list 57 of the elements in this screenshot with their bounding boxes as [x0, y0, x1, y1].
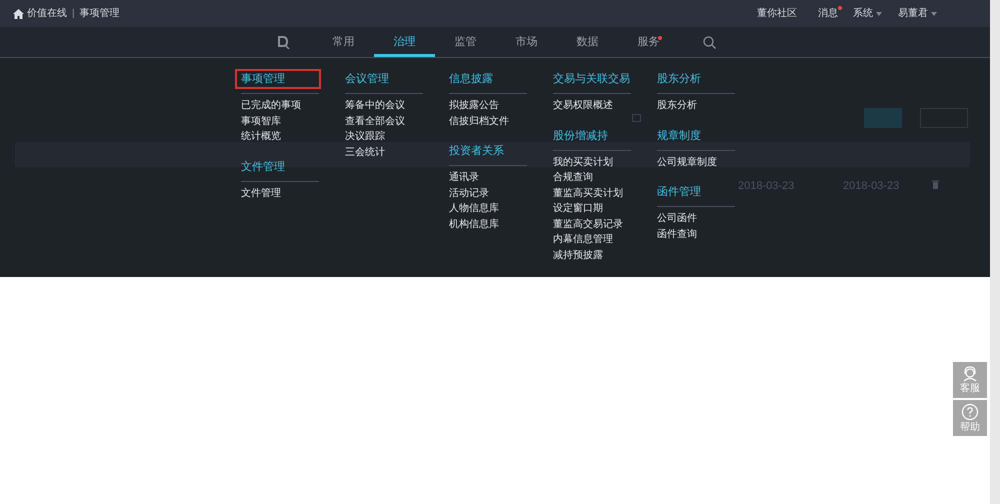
menu-item[interactable]: 三会统计: [345, 144, 385, 160]
menu-item[interactable]: 查看全部会议: [345, 114, 405, 129]
top-link[interactable]: 消息: [818, 6, 838, 21]
menu-heading: 事项管理: [235, 69, 321, 89]
site-name[interactable]: 价值在线: [27, 6, 67, 21]
question-mark-icon: [961, 403, 979, 421]
menu-item[interactable]: 股东分析: [657, 98, 697, 114]
menu-item[interactable]: 董监高交易记录: [553, 216, 623, 232]
menu-heading: 股份增减持: [553, 128, 608, 142]
caret-icon: [931, 12, 937, 16]
menu-heading: 投资者关系: [449, 144, 504, 158]
caret-icon: [876, 12, 882, 16]
home-icon[interactable]: [13, 8, 24, 18]
trash-icon[interactable]: [932, 180, 939, 189]
menu-heading: 股东分析: [657, 72, 701, 86]
menu-item[interactable]: 通讯录: [449, 170, 479, 186]
top-link[interactable]: 易董君: [898, 6, 937, 21]
menu-item[interactable]: 决议跟踪: [345, 129, 385, 144]
menu-item[interactable]: 我的买卖计划: [553, 154, 613, 170]
menu-item[interactable]: 机构信息库: [449, 216, 499, 232]
logo-icon[interactable]: [276, 35, 290, 49]
nav-tab[interactable]: 数据: [557, 27, 618, 57]
menu-item[interactable]: 减持预披露: [553, 248, 603, 263]
menu-heading: 函件管理: [657, 185, 701, 199]
menu-heading: 信息披露: [449, 72, 493, 86]
menu-item[interactable]: 公司函件: [657, 211, 697, 226]
menu-item[interactable]: 合规查询: [553, 170, 593, 186]
menu-item[interactable]: 公司规章制度: [657, 154, 717, 170]
nav-tab[interactable]: 常用: [313, 27, 374, 57]
menu-item[interactable]: 活动记录: [449, 186, 489, 201]
nav-tab[interactable]: 监管: [435, 27, 496, 57]
menu-item[interactable]: 已完成的事项: [241, 98, 301, 114]
page-title: 事项管理: [80, 6, 120, 21]
search-icon[interactable]: [703, 36, 716, 48]
menu-heading: 规章制度: [657, 128, 701, 142]
menu-item[interactable]: 文件管理: [241, 186, 281, 201]
menu-item[interactable]: 筹备中的会议: [345, 98, 405, 114]
menu-heading: 文件管理: [241, 160, 285, 174]
menu-item[interactable]: 人物信息库: [449, 201, 499, 216]
menu-item[interactable]: 函件查询: [657, 226, 697, 242]
top-link[interactable]: 系统: [853, 6, 882, 21]
menu-item[interactable]: 事项智库: [241, 114, 281, 129]
headset-icon: [961, 366, 979, 382]
menu-item[interactable]: 拟披露公告: [449, 98, 499, 114]
menu-heading: 交易与关联交易: [553, 72, 630, 86]
menu-heading: 会议管理: [345, 72, 389, 86]
calendar-icon[interactable]: [632, 113, 641, 122]
menu-item[interactable]: 内幕信息管理: [553, 232, 613, 248]
nav-tab[interactable]: 服务: [618, 27, 679, 57]
breadcrumb-separator: |: [72, 7, 75, 21]
menu-item[interactable]: 董监高买卖计划: [553, 186, 623, 201]
menu-item[interactable]: 交易权限概述: [553, 98, 613, 114]
menu-item[interactable]: 设定窗口期: [553, 201, 603, 216]
nav-tab[interactable]: 市场: [496, 27, 557, 57]
menu-item[interactable]: 统计概览: [241, 129, 281, 144]
top-link[interactable]: 董你社区: [757, 6, 797, 21]
menu-item[interactable]: 信披归档文件: [449, 114, 509, 129]
